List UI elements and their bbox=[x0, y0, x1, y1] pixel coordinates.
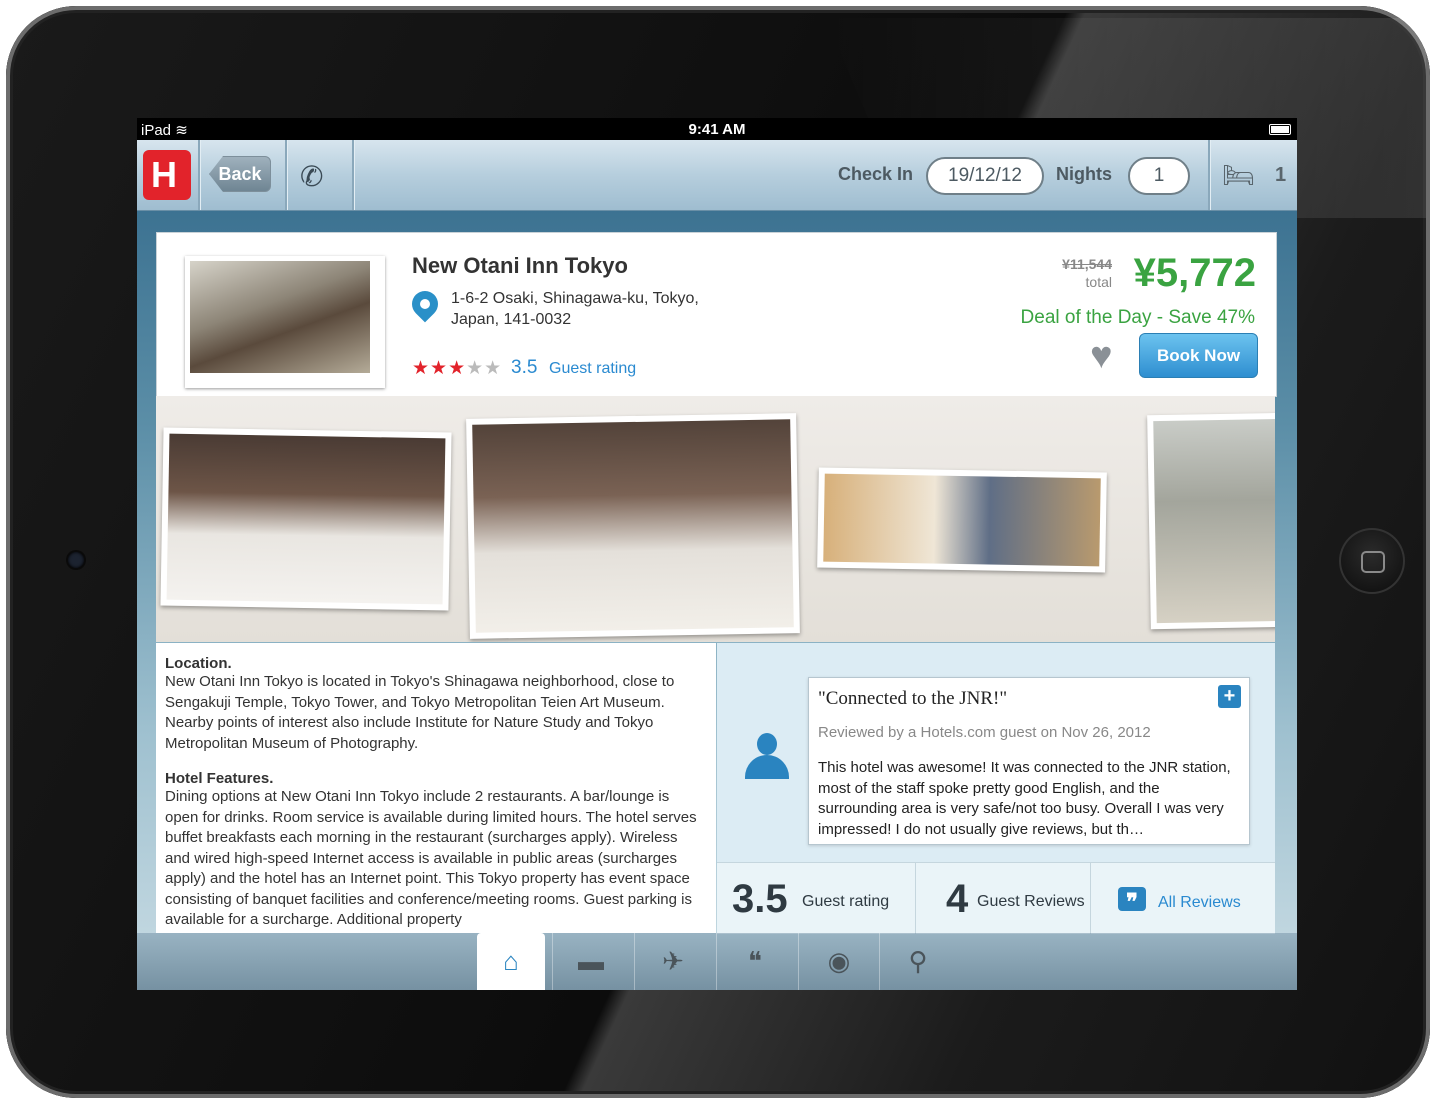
stats-divider bbox=[915, 863, 916, 934]
hotel-name: New Otani Inn Tokyo bbox=[412, 253, 628, 278]
reviews-label: Guest Reviews bbox=[977, 893, 1085, 910]
review-meta: Reviewed by a Hotels.com guest on Nov 26… bbox=[818, 724, 1151, 741]
photo-gallery[interactable] bbox=[156, 396, 1275, 642]
favorite-heart-icon[interactable]: ♥ bbox=[1090, 337, 1113, 375]
total-label: total bbox=[1085, 274, 1112, 290]
expand-review-button[interactable]: + bbox=[1218, 685, 1241, 708]
hotel-summary-card: New Otani Inn Tokyo 1-6-2 Osaki, Shinaga… bbox=[156, 232, 1277, 397]
reviews-count: 4 bbox=[946, 877, 969, 921]
hotel-description[interactable]: Location. New Otani Inn Tokyo is located… bbox=[156, 643, 716, 933]
home-button[interactable] bbox=[1339, 528, 1405, 594]
rating-stat-label: Guest rating bbox=[802, 893, 890, 910]
home-square-icon bbox=[1361, 551, 1385, 573]
tab-divider bbox=[798, 933, 799, 990]
gallery-photo[interactable] bbox=[817, 467, 1107, 573]
tab-home-icon[interactable]: ⌂ bbox=[477, 933, 545, 990]
tab-rooms-icon[interactable]: ▬ bbox=[557, 933, 625, 990]
tab-divider bbox=[552, 933, 553, 990]
bed-icon[interactable]: 🛏 bbox=[1222, 160, 1255, 191]
status-time: 9:41 AM bbox=[688, 121, 746, 138]
top-toolbar: H Back ✆ Check In 19/12/12 Nights 1 🛏 1 bbox=[137, 140, 1297, 211]
phone-icon[interactable]: ✆ bbox=[300, 160, 323, 193]
gallery-photo[interactable] bbox=[1147, 412, 1275, 630]
location-pin-icon bbox=[406, 285, 444, 323]
tab-divider bbox=[716, 933, 717, 990]
battery-icon bbox=[1269, 124, 1291, 135]
rating-label: Guest rating bbox=[549, 360, 637, 377]
rooms-count[interactable]: 1 bbox=[1275, 164, 1286, 187]
toolbar-divider bbox=[1208, 140, 1210, 210]
deal-price: ¥5,772 bbox=[1133, 251, 1256, 295]
checkin-label: Check In bbox=[838, 164, 914, 184]
review-text: This hotel was awesome! It was connected… bbox=[818, 759, 1231, 838]
tab-divider bbox=[634, 933, 635, 990]
original-price: ¥11,544 bbox=[1062, 256, 1112, 272]
all-reviews-link[interactable]: All Reviews bbox=[1158, 894, 1241, 912]
hotel-address: 1-6-2 Osaki, Shinagawa-ku, Tokyo, Japan,… bbox=[451, 290, 699, 328]
gallery-photo[interactable] bbox=[466, 413, 800, 639]
features-text: Dining options at New Otani Inn Tokyo in… bbox=[165, 788, 697, 928]
tab-reviews-icon[interactable]: ❝ bbox=[721, 933, 789, 990]
location-heading: Location. bbox=[165, 655, 232, 672]
reviews-quote-icon[interactable]: ❞ bbox=[1118, 887, 1146, 914]
location-text: New Otani Inn Tokyo is located in Tokyo'… bbox=[165, 673, 675, 752]
nights-field[interactable]: 1 bbox=[1128, 157, 1190, 195]
reviewer-avatar-icon bbox=[743, 733, 791, 783]
stats-divider bbox=[1090, 863, 1091, 934]
front-camera bbox=[68, 552, 84, 568]
deal-text: Deal of the Day - Save 47% bbox=[1020, 307, 1255, 328]
gallery-photo[interactable] bbox=[160, 427, 452, 611]
features-heading: Hotel Features. bbox=[165, 770, 274, 787]
app-screen: iPad ≋ 9:41 AM H Back ✆ Check In 19/12/1… bbox=[137, 118, 1297, 990]
toolbar-divider bbox=[285, 140, 287, 210]
book-now-button[interactable]: Book Now bbox=[1139, 333, 1258, 378]
status-bar: iPad ≋ 9:41 AM bbox=[137, 118, 1297, 140]
review-title: "Connected to the JNR!" bbox=[818, 688, 1008, 709]
hotels-logo[interactable]: H bbox=[143, 150, 191, 200]
tab-amenities-icon[interactable]: ✈ bbox=[639, 933, 707, 990]
hotel-thumbnail[interactable] bbox=[185, 256, 385, 388]
rating-value: 3.5 bbox=[511, 357, 538, 378]
tab-photos-icon[interactable]: ◉ bbox=[805, 933, 873, 990]
rating-big-number: 3.5 bbox=[732, 877, 788, 921]
tab-map-icon[interactable]: ⚲ bbox=[884, 933, 952, 990]
back-button[interactable]: Back bbox=[209, 156, 271, 192]
bottom-tab-bar: ⌂ ▬ ✈ ❝ ◉ ⚲ bbox=[137, 933, 1297, 990]
review-stats-bar: 3.5 Guest rating 4 Guest Reviews ❞ All R… bbox=[717, 862, 1275, 934]
nights-label: Nights bbox=[1056, 164, 1112, 184]
toolbar-divider bbox=[198, 140, 200, 210]
star-rating: ★★★★★ bbox=[412, 358, 503, 379]
tab-divider bbox=[879, 933, 880, 990]
review-bubble[interactable]: "Connected to the JNR!" + Reviewed by a … bbox=[808, 677, 1250, 845]
checkin-date-field[interactable]: 19/12/12 bbox=[926, 157, 1044, 195]
toolbar-divider bbox=[352, 140, 354, 210]
